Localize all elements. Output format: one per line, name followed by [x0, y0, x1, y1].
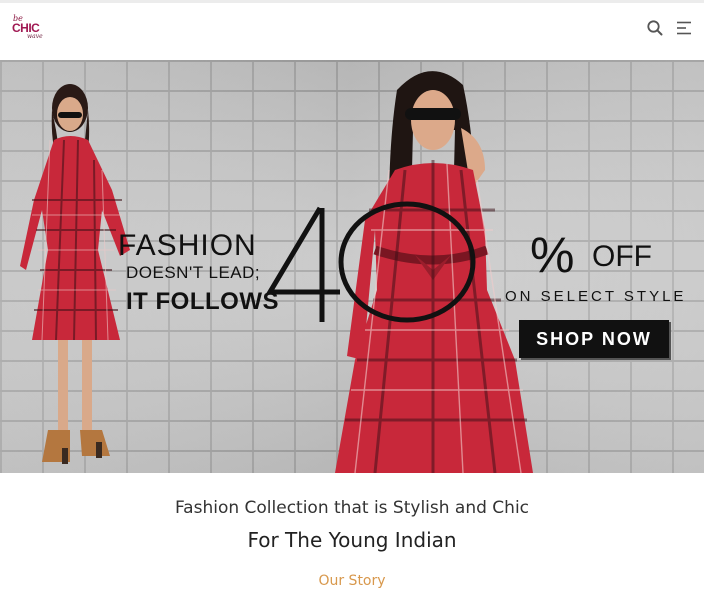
- select-style-label: ON SELECT STYLE: [505, 288, 687, 305]
- brand-logo[interactable]: be CHIC wave: [12, 14, 46, 42]
- hero-subheadline: DOESN'T LEAD;: [126, 263, 261, 282]
- search-button[interactable]: [646, 19, 664, 37]
- search-icon: [647, 20, 663, 36]
- menu-button[interactable]: [675, 19, 693, 37]
- our-story-link[interactable]: Our Story: [0, 573, 704, 589]
- collection-subtitle: For The Young Indian: [247, 528, 457, 552]
- hero-banner[interactable]: FASHION DOESN'T LEAD; IT FOLLOWS % OFF O…: [0, 60, 704, 473]
- percent-sign: %: [530, 227, 575, 283]
- discount-number: [265, 201, 476, 323]
- hero-headline: FASHION: [118, 229, 257, 262]
- shop-now-button[interactable]: SHOP NOW: [519, 320, 669, 358]
- menu-icon: [677, 21, 691, 35]
- collection-tagline: Fashion Collection that is Stylish and C…: [174, 498, 530, 518]
- site-header: be CHIC wave: [0, 3, 704, 60]
- logo-sub-text: wave: [27, 33, 43, 40]
- hero-tagline: IT FOLLOWS: [126, 288, 279, 315]
- off-label: OFF: [592, 240, 652, 273]
